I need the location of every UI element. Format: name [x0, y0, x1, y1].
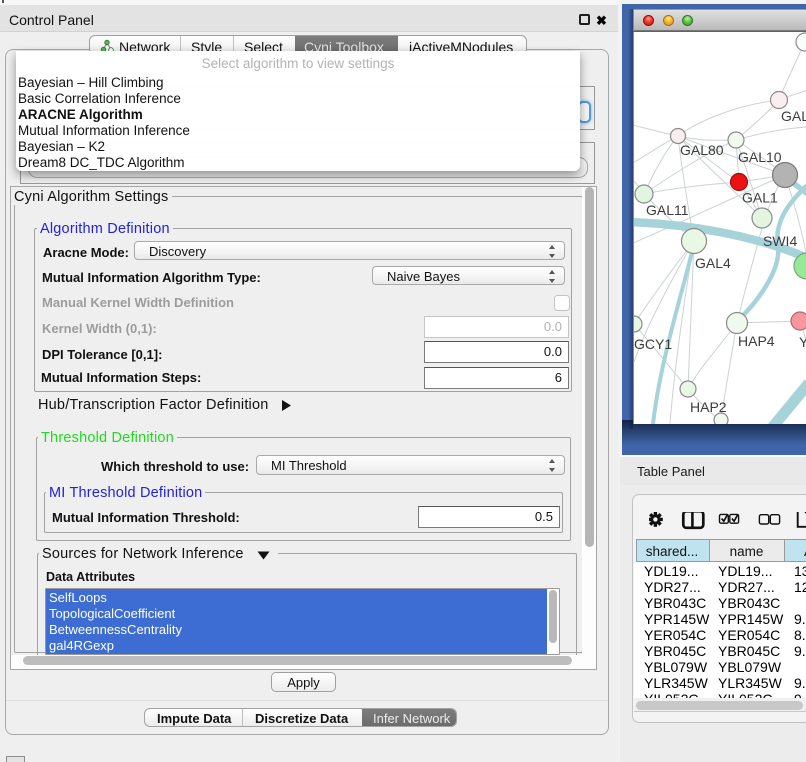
svg-text:HAP4: HAP4	[738, 333, 775, 349]
svg-text:SWI4: SWI4	[763, 233, 797, 249]
svg-text:GAL1: GAL1	[742, 190, 778, 206]
svg-text:GAL4: GAL4	[695, 255, 731, 271]
svg-text:GAL11: GAL11	[646, 202, 689, 218]
svg-text:GAL: GAL	[781, 108, 806, 124]
svg-text:GCY1: GCY1	[634, 336, 672, 352]
svg-text:GAL10: GAL10	[738, 149, 782, 165]
svg-text:GAL80: GAL80	[680, 142, 724, 158]
svg-text:Y: Y	[799, 334, 806, 350]
svg-text:HAP2: HAP2	[690, 399, 727, 415]
